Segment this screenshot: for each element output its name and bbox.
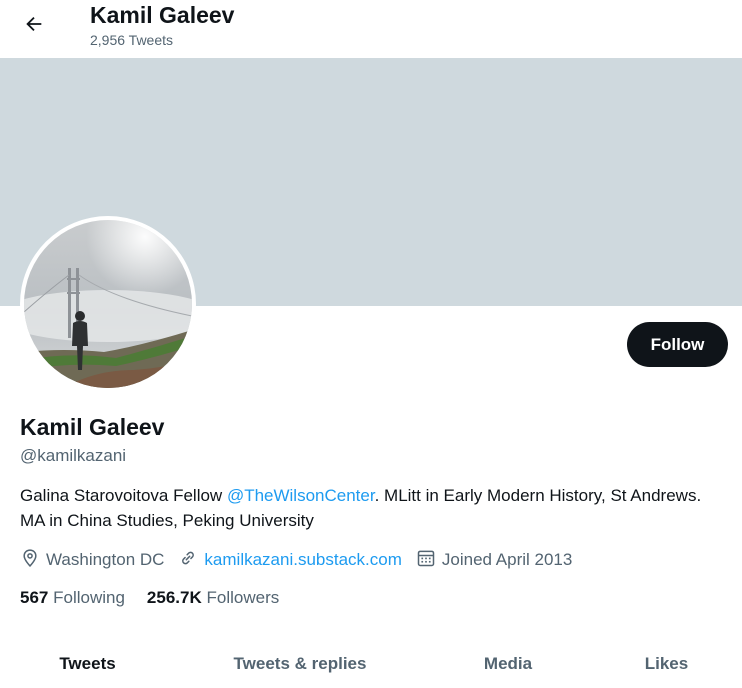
profile-stats: 567 Following 256.7K Followers [20,588,301,608]
location-item: Washington DC [20,548,164,573]
website-link[interactable]: kamilkazani.substack.com [204,550,401,570]
avatar[interactable] [24,220,192,388]
header-tweet-count: 2,956 Tweets [90,32,174,48]
profile-name: Kamil Galeev [20,414,165,440]
header-title: Kamil Galeev [90,2,235,28]
profile-bio: Galina Starovoitova Fellow @TheWilsonCen… [20,483,720,533]
following-link[interactable]: 567 Following [20,588,125,608]
tab-likes[interactable]: Likes [591,640,742,688]
followers-link[interactable]: 256.7K Followers [147,588,279,608]
followers-label: Followers [206,588,280,607]
avatar-border [20,216,196,392]
profile-page: Kamil Galeev 2,956 Tweets Follow Kamil G… [0,0,742,688]
tab-tweets[interactable]: Tweets [0,640,175,688]
followers-count: 256.7K [146,588,202,607]
joined-item: Joined April 2013 [416,548,572,573]
profile-header-bar: Kamil Galeev 2,956 Tweets [0,0,742,58]
profile-meta: Washington DC kamilkazani.substack.com J… [20,546,586,574]
website-item: kamilkazani.substack.com [178,548,402,573]
calendar-icon [416,548,442,573]
arrow-left-icon [23,13,45,40]
bio-mention-link[interactable]: @TheWilsonCenter [227,486,375,505]
back-button[interactable] [16,8,52,44]
following-label: Following [53,588,125,607]
tab-tweets-and-replies[interactable]: Tweets & replies [175,640,425,688]
follow-button[interactable]: Follow [627,322,728,367]
following-count: 567 [20,588,49,607]
bio-text-part1: Galina Starovoitova Fellow [20,486,227,505]
link-icon [178,548,204,573]
profile-tabs: Tweets Tweets & replies Media Likes [0,640,742,688]
profile-handle: @kamilkazani [20,446,127,465]
joined-text: Joined April 2013 [441,550,573,569]
location-text: Washington DC [46,550,165,569]
location-pin-icon [20,548,46,573]
tab-media[interactable]: Media [425,640,591,688]
